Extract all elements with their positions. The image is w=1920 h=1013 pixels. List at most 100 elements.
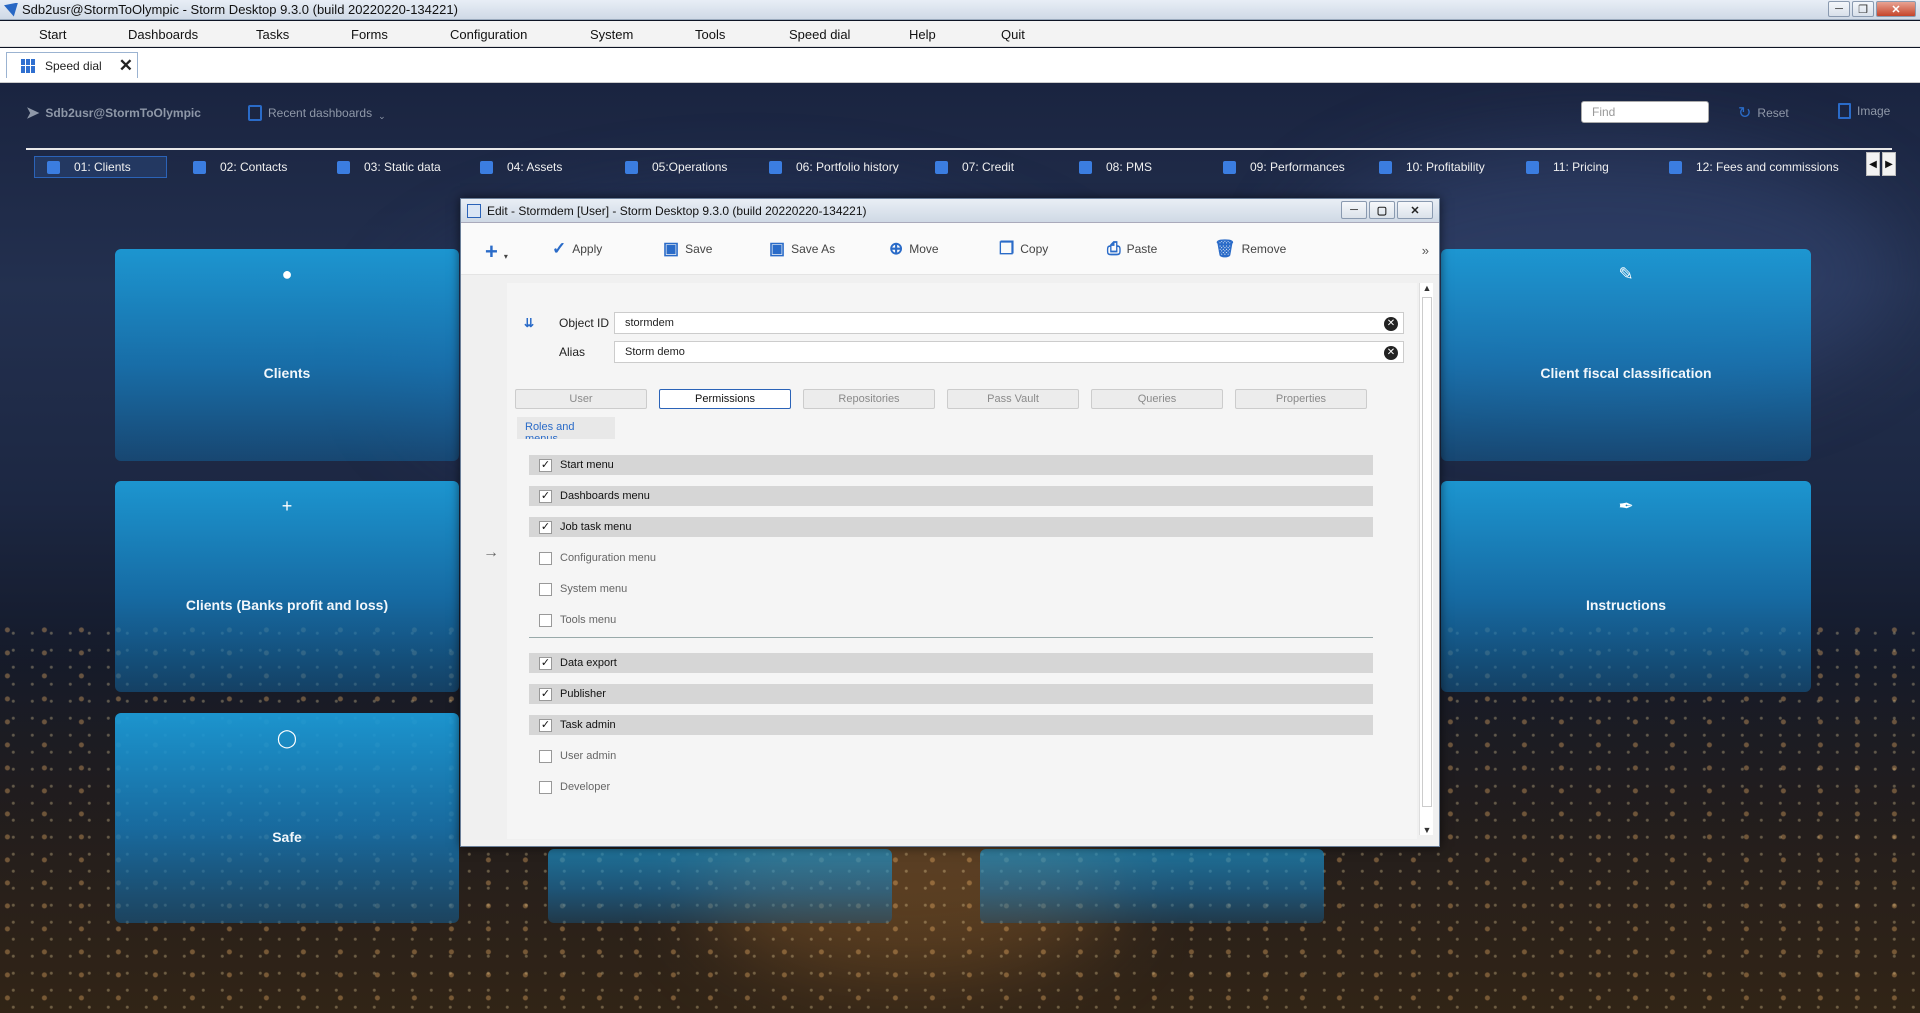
clear-icon[interactable]: ✕: [1384, 346, 1398, 360]
close-tab-icon[interactable]: ✕: [119, 56, 133, 76]
dialog-scrollbar[interactable]: ▲ ▼: [1419, 283, 1433, 835]
dialog-toolbar: + ▾ ✓ Apply ▣ Save ▣ Save As ⊕ Move ❐ Copy ⎙ Pa…: [461, 223, 1439, 275]
menu-forms[interactable]: Forms: [351, 27, 388, 42]
checkbox-checked[interactable]: ✓: [539, 687, 552, 701]
apply-button[interactable]: ✓ Apply: [552, 240, 602, 257]
window-titlebar: Sdb2usr@StormToOlympic - Storm Desktop 9…: [0, 0, 1920, 20]
object-id-input[interactable]: stormdem ✕: [614, 312, 1404, 334]
minimize-icon[interactable]: ─: [1828, 1, 1850, 17]
checkbox-checked[interactable]: ✓: [539, 718, 552, 732]
remove-button[interactable]: 🗑 Remove: [1214, 240, 1286, 257]
permission-label: Developer: [560, 781, 611, 793]
dialog-minimize-icon[interactable]: ─: [1341, 201, 1367, 219]
dashboard-tab-fees-and-commissions[interactable]: 12: Fees and commissions: [1669, 156, 1839, 178]
dashboard-tab-contacts[interactable]: 02: Contacts: [193, 156, 287, 178]
tile-safe[interactable]: ◯ Safe: [115, 713, 459, 923]
dashboard-tab-pricing[interactable]: 11: Pricing: [1526, 156, 1609, 178]
menu-tools[interactable]: Tools: [695, 27, 725, 42]
permission-system-menu[interactable]: System menu: [529, 579, 1373, 599]
move-button[interactable]: ⊕ Move: [889, 240, 939, 257]
checkbox-unchecked[interactable]: [539, 780, 552, 794]
menu-system[interactable]: System: [590, 27, 633, 42]
find-input[interactable]: Find: [1581, 101, 1709, 123]
reset-button[interactable]: ↻ Reset: [1738, 103, 1789, 123]
dashboard-tab-pms[interactable]: 08: PMS: [1079, 156, 1152, 178]
tab-pass-vault[interactable]: Pass Vault: [947, 389, 1079, 409]
close-icon[interactable]: ✕: [1876, 1, 1916, 17]
checkbox-unchecked[interactable]: [539, 613, 552, 627]
save-button[interactable]: ▣ Save: [663, 240, 712, 257]
tab-speed-dial[interactable]: Speed dial ✕: [6, 52, 138, 78]
permission-publisher[interactable]: ✓ Publisher: [529, 684, 1373, 704]
permission-data-export[interactable]: ✓ Data export: [529, 653, 1373, 673]
checkbox-unchecked[interactable]: [539, 551, 552, 565]
checkbox-checked[interactable]: ✓: [539, 489, 552, 503]
tile-clients-banks-profit-loss[interactable]: + Clients (Banks profit and loss): [115, 481, 459, 692]
dashboard-tab-portfolio-history[interactable]: 06: Portfolio history: [769, 156, 899, 178]
tile-instructions[interactable]: ✒ Instructions: [1441, 481, 1811, 692]
tab-permissions[interactable]: Permissions: [659, 389, 791, 409]
more-tools-icon[interactable]: »: [1422, 243, 1429, 258]
restore-icon[interactable]: ❐: [1852, 1, 1874, 17]
tile-clients[interactable]: ● Clients: [115, 249, 459, 461]
tile-blank[interactable]: [980, 849, 1324, 923]
collapse-icon[interactable]: ⇊: [524, 316, 534, 330]
scroll-right-icon[interactable]: ▶: [1882, 152, 1896, 176]
permission-dashboards-menu[interactable]: ✓ Dashboards menu: [529, 486, 1373, 506]
dashboard-tab-assets[interactable]: 04: Assets: [480, 156, 562, 178]
checkbox-checked[interactable]: ✓: [539, 458, 552, 472]
permission-job-task-menu[interactable]: ✓ Job task menu: [529, 517, 1373, 537]
permission-configuration-menu[interactable]: Configuration menu: [529, 548, 1373, 568]
coin-icon: [1379, 160, 1392, 174]
tile-blank[interactable]: [548, 849, 892, 923]
menu-help[interactable]: Help: [909, 27, 936, 42]
arrow-right-icon[interactable]: →: [483, 544, 499, 562]
permission-tools-menu[interactable]: Tools menu: [529, 610, 1373, 630]
add-button[interactable]: + ▾: [485, 238, 508, 264]
dashboard-tab-clients[interactable]: 01: Clients: [34, 156, 167, 178]
roles-and-menus-tab[interactable]: Roles and menus: [517, 417, 615, 445]
image-button[interactable]: Image: [1838, 103, 1890, 119]
dashboard-tab-static-data[interactable]: 03: Static data: [337, 156, 441, 178]
recent-dashboards-button[interactable]: Recent dashboards ⌄: [248, 103, 386, 122]
menu-configuration[interactable]: Configuration: [450, 27, 527, 42]
dialog-titlebar: Edit - Stormdem [User] - Storm Desktop 9…: [461, 199, 1439, 223]
tab-user[interactable]: User: [515, 389, 647, 409]
save-as-button[interactable]: ▣ Save As: [769, 240, 835, 257]
menu-dashboards[interactable]: Dashboards: [128, 27, 198, 42]
paste-button[interactable]: ⎙ Paste: [1107, 240, 1157, 257]
dashboard-tab-performances[interactable]: 09: Performances: [1223, 156, 1345, 178]
copy-button[interactable]: ❐ Copy: [999, 240, 1048, 257]
menu-start[interactable]: Start: [39, 27, 66, 42]
tile-client-fiscal-classification[interactable]: ✎ Client fiscal classification: [1441, 249, 1811, 461]
dashboard-tab-credit[interactable]: 07: Credit: [935, 156, 1014, 178]
permission-user-admin[interactable]: User admin: [529, 746, 1373, 766]
checkbox-unchecked[interactable]: [539, 582, 552, 596]
checkbox-checked[interactable]: ✓: [539, 520, 552, 534]
checkbox-checked[interactable]: ✓: [539, 656, 552, 670]
permission-developer[interactable]: Developer: [529, 777, 1373, 797]
checkbox-unchecked[interactable]: [539, 749, 552, 763]
scroll-down-icon[interactable]: ▼: [1420, 825, 1434, 835]
scroll-up-icon[interactable]: ▲: [1420, 283, 1434, 293]
tab-properties[interactable]: Properties: [1235, 389, 1367, 409]
dialog-maximize-icon[interactable]: ▢: [1369, 201, 1395, 219]
dashboard-tab-profitability[interactable]: 10: Profitability: [1379, 156, 1485, 178]
dashboard-tab-operations[interactable]: 05:Operations: [625, 156, 727, 178]
user-add-icon: +: [281, 496, 293, 516]
tab-repositories[interactable]: Repositories: [803, 389, 935, 409]
alias-input[interactable]: Storm demo ✕: [614, 341, 1404, 363]
dialog-close-icon[interactable]: ✕: [1397, 201, 1433, 219]
tab-queries[interactable]: Queries: [1091, 389, 1223, 409]
history-icon: [769, 160, 782, 174]
menu-quit[interactable]: Quit: [1001, 27, 1025, 42]
scrollbar-thumb[interactable]: [1422, 297, 1432, 807]
clear-icon[interactable]: ✕: [1384, 317, 1398, 331]
permission-label: System menu: [560, 583, 628, 595]
scroll-left-icon[interactable]: ◀: [1866, 152, 1880, 176]
plus-icon: +: [485, 238, 498, 264]
menu-tasks[interactable]: Tasks: [256, 27, 289, 42]
permission-start-menu[interactable]: ✓ Start menu: [529, 455, 1373, 475]
permission-task-admin[interactable]: ✓ Task admin: [529, 715, 1373, 735]
menu-speed-dial[interactable]: Speed dial: [789, 27, 850, 42]
